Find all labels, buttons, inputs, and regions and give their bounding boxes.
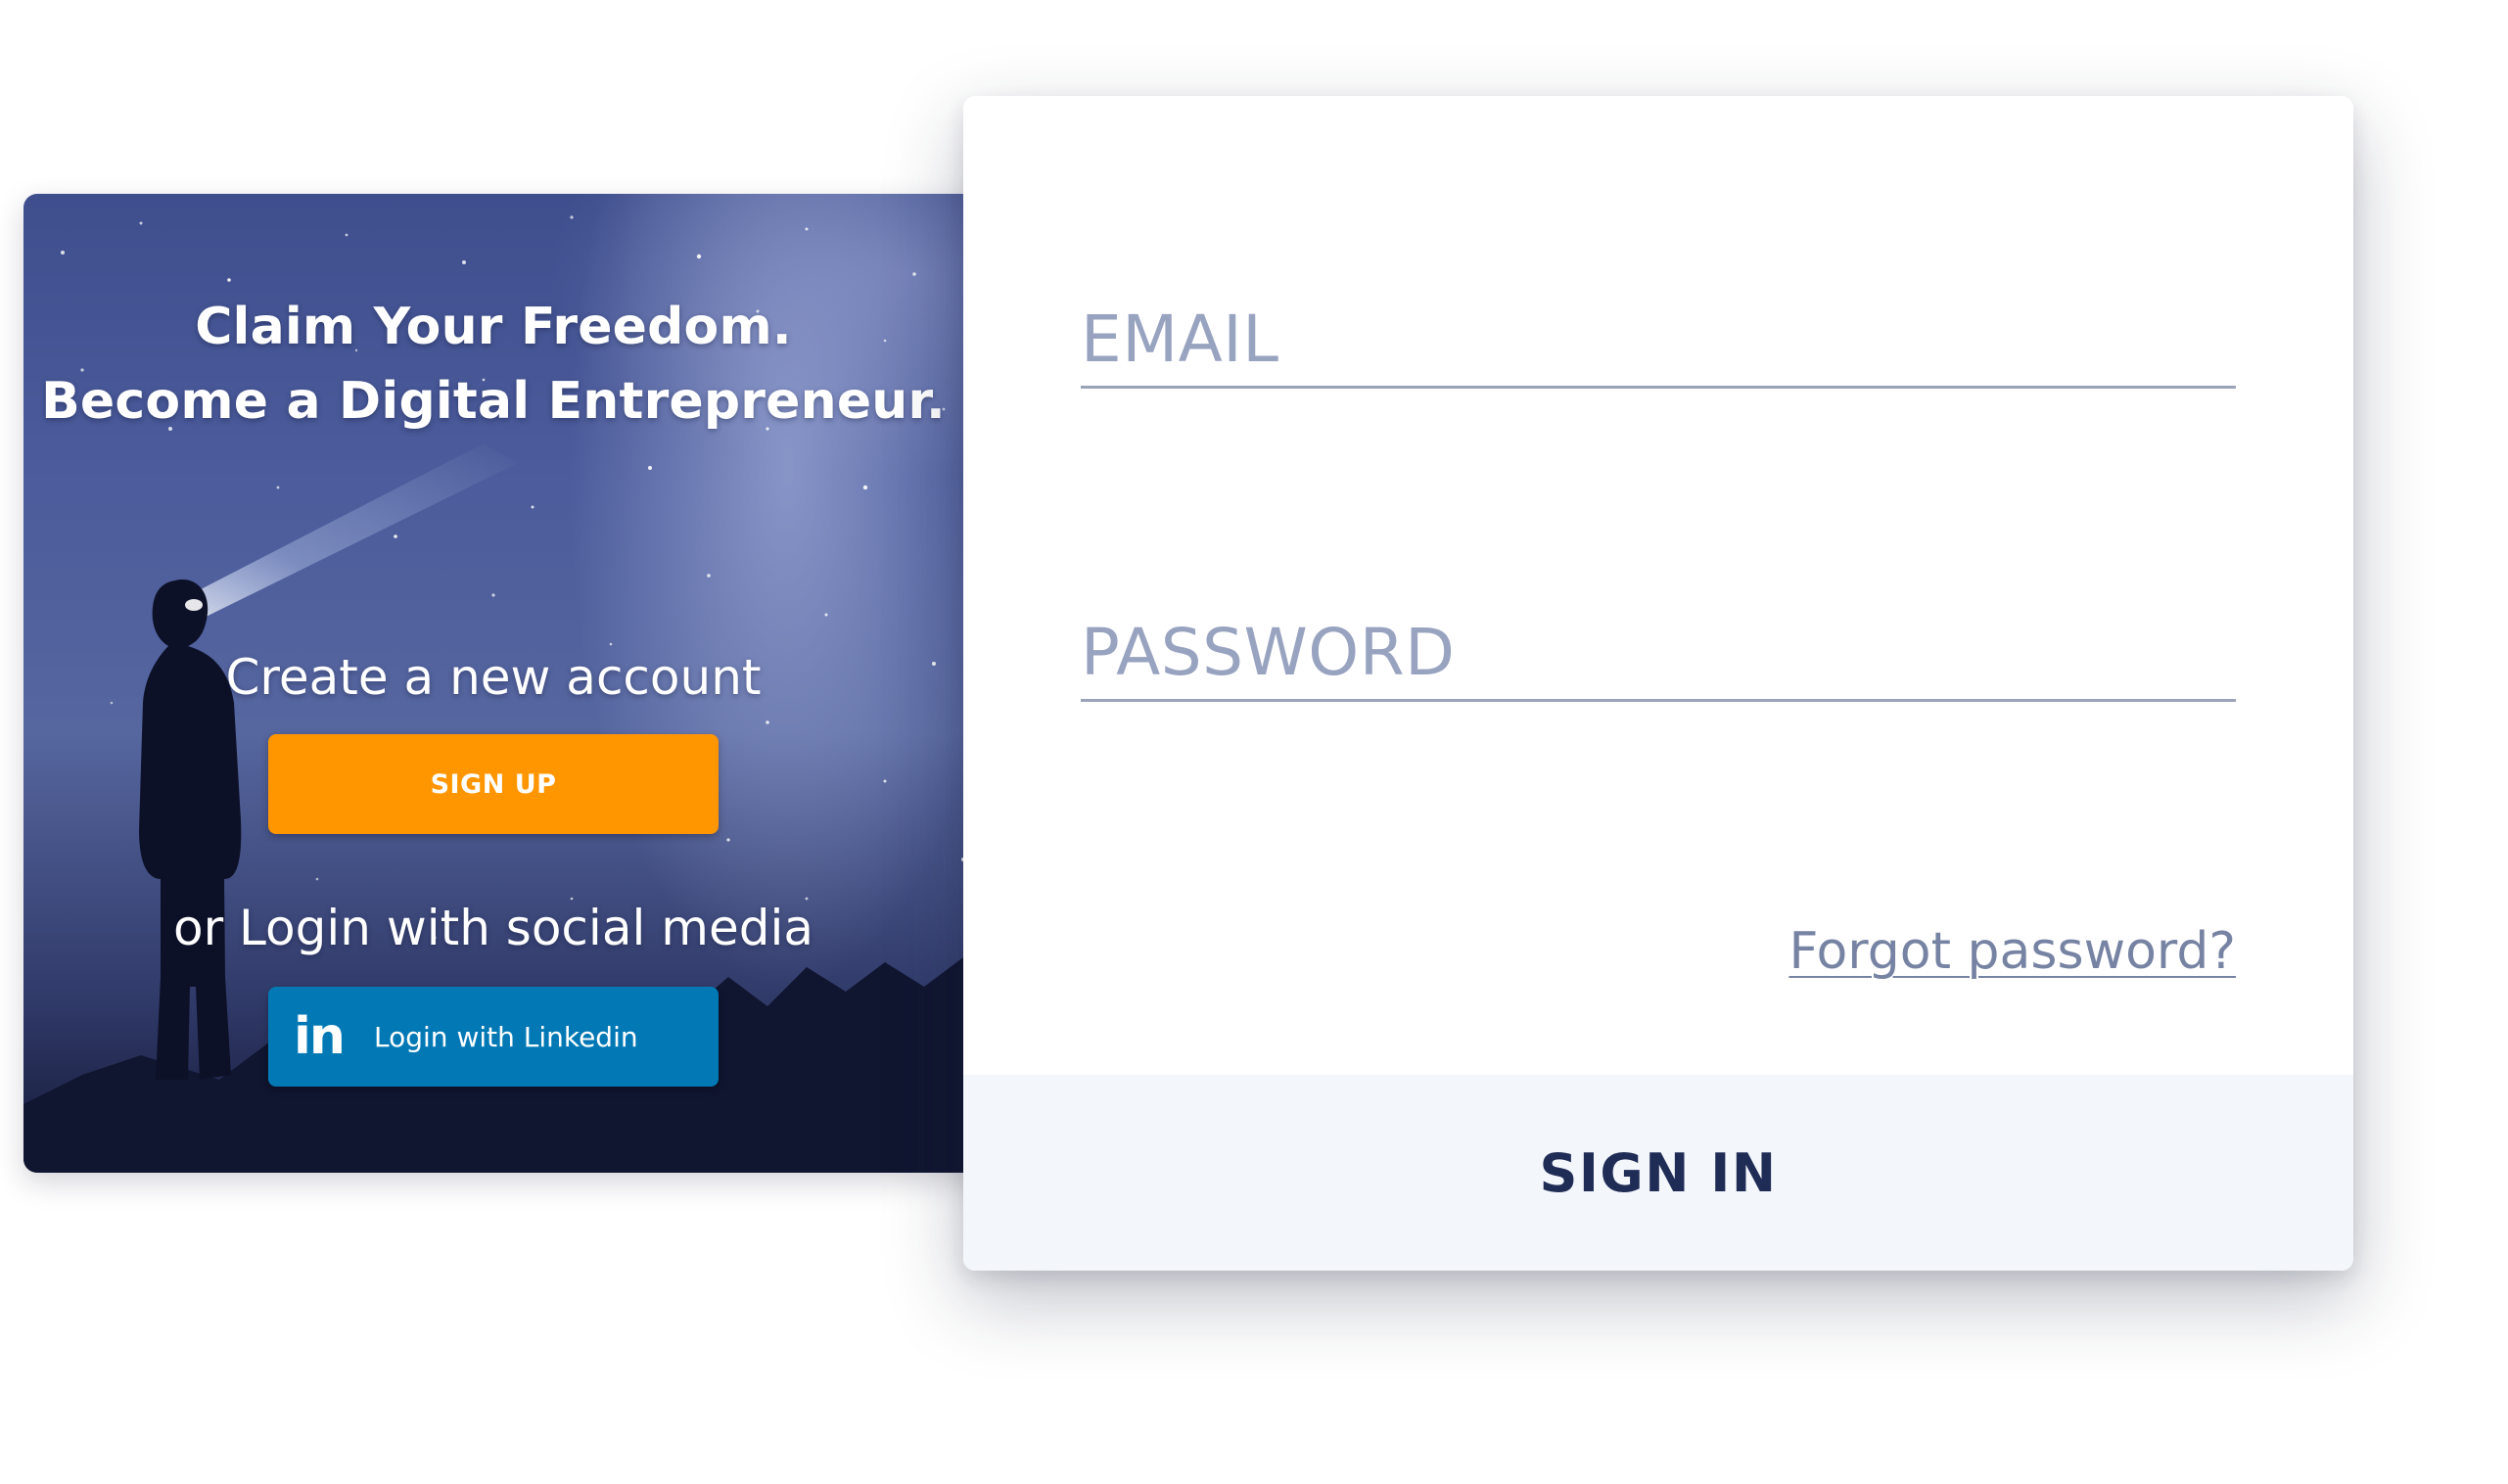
sign-in-button[interactable]: SIGN IN	[963, 1075, 2353, 1271]
linkedin-login-label: Login with Linkedin	[374, 1020, 638, 1053]
email-field-container	[1081, 292, 2236, 389]
hero-title-line2: Become a Digital Entrepreneur.	[41, 372, 946, 431]
hero-title: Claim Your Freedom. Become a Digital Ent…	[23, 290, 963, 439]
password-field[interactable]	[1081, 605, 2236, 699]
sign-up-button[interactable]: SIGN UP	[268, 734, 719, 834]
sign-in-card: Forgot password? SIGN IN	[963, 96, 2353, 1271]
hero-panel: Claim Your Freedom. Become a Digital Ent…	[23, 194, 1002, 1173]
linkedin-login-button[interactable]: in Login with Linkedin	[268, 987, 719, 1087]
hero-title-line1: Claim Your Freedom.	[195, 298, 792, 356]
password-field-container	[1081, 605, 2236, 702]
create-account-label: Create a new account	[225, 649, 762, 706]
forgot-password-link[interactable]: Forgot password?	[1788, 922, 2236, 981]
email-field[interactable]	[1081, 292, 2236, 386]
social-login-label: or Login with social media	[173, 900, 813, 956]
linkedin-icon: in	[294, 1007, 346, 1066]
